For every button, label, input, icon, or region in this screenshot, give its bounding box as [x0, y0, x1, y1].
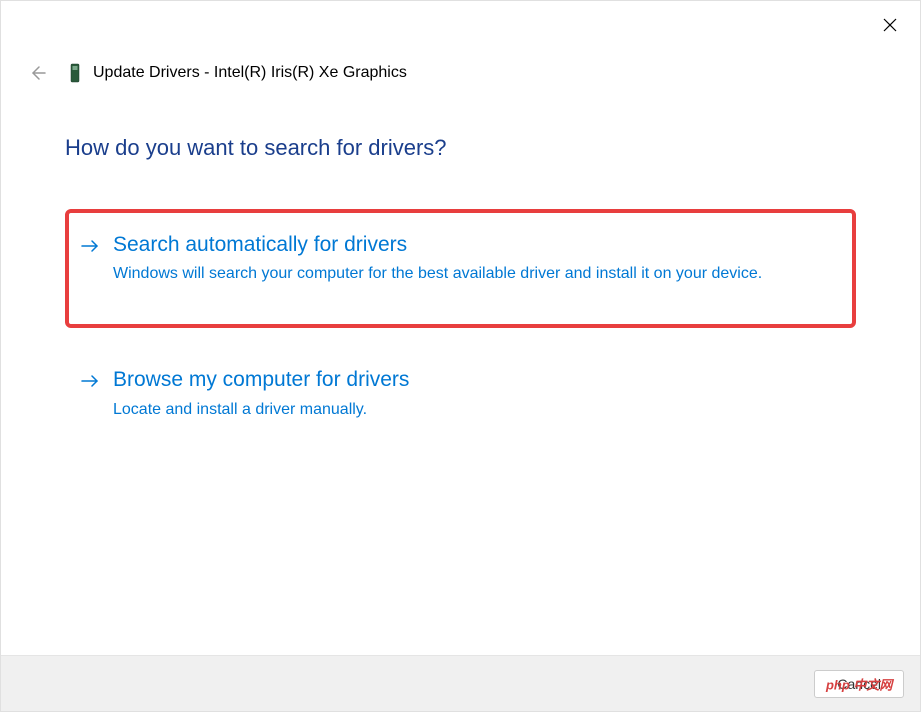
- back-button[interactable]: [25, 61, 49, 85]
- cancel-label: Cancel: [837, 676, 881, 692]
- question-heading: How do you want to search for drivers?: [65, 135, 856, 161]
- dialog-header: Update Drivers - Intel(R) Iris(R) Xe Gra…: [1, 1, 920, 85]
- cancel-button[interactable]: php 中文网 Cancel: [814, 670, 904, 698]
- dialog-title: Update Drivers - Intel(R) Iris(R) Xe Gra…: [93, 64, 407, 82]
- arrow-right-icon: [79, 370, 101, 397]
- option-description: Windows will search your computer for th…: [113, 262, 834, 286]
- option-description: Locate and install a driver manually.: [113, 398, 838, 422]
- option-search-automatically[interactable]: Search automatically for drivers Windows…: [65, 209, 856, 328]
- close-button[interactable]: [878, 13, 902, 37]
- close-icon: [883, 18, 897, 32]
- option-browse-computer[interactable]: Browse my computer for drivers Locate an…: [65, 356, 856, 431]
- device-icon: [67, 61, 83, 85]
- option-title: Search automatically for drivers: [113, 231, 834, 258]
- update-drivers-dialog: Update Drivers - Intel(R) Iris(R) Xe Gra…: [0, 0, 921, 712]
- arrow-right-icon: [79, 235, 101, 262]
- dialog-content: How do you want to search for drivers? S…: [1, 85, 920, 432]
- option-title: Browse my computer for drivers: [113, 366, 838, 393]
- back-arrow-icon: [28, 64, 46, 82]
- option-text: Browse my computer for drivers Locate an…: [113, 366, 838, 421]
- dialog-footer: php 中文网 Cancel: [1, 655, 920, 711]
- option-text: Search automatically for drivers Windows…: [113, 231, 834, 286]
- title-row: Update Drivers - Intel(R) Iris(R) Xe Gra…: [67, 61, 407, 85]
